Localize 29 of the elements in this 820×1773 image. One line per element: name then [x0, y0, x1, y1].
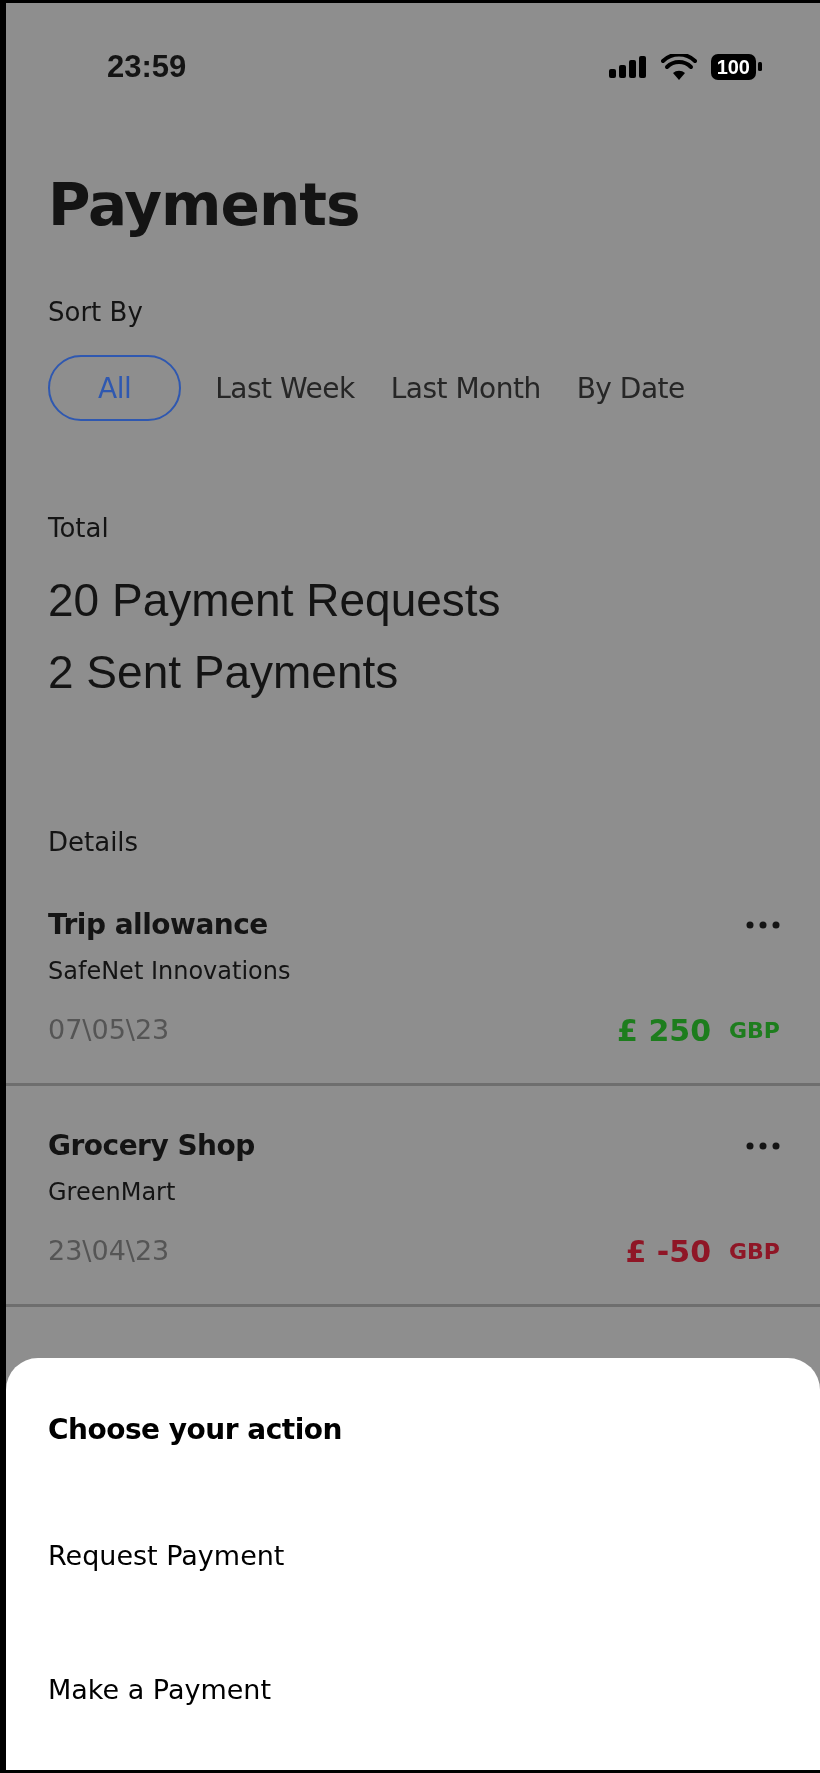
total-label: Total: [48, 512, 110, 545]
payment-amount: £ -50: [625, 1233, 712, 1269]
payment-amount: £ 250: [617, 1012, 712, 1048]
action-option[interactable]: Make a Payment: [48, 1670, 272, 1710]
signal-icon: [608, 55, 647, 78]
sort-label: Sort By: [48, 296, 144, 329]
payee-name: GreenMart: [48, 1177, 177, 1208]
more-icon[interactable]: [746, 921, 780, 929]
currency-code: GBP: [729, 1238, 780, 1264]
battery-cap-icon: [758, 62, 762, 71]
sheet-title: Choose your action: [48, 1412, 343, 1448]
payment-date: 23\04\23: [48, 1234, 170, 1268]
wifi-icon: [660, 53, 697, 80]
status-time: 23:59: [107, 48, 187, 85]
payee-name: SafeNet Innovations: [48, 956, 292, 987]
page-title: Payments: [48, 170, 361, 240]
more-icon[interactable]: [746, 1142, 780, 1150]
action-option[interactable]: Request Payment: [48, 1536, 285, 1576]
sort-chip[interactable]: Last Month: [388, 355, 543, 421]
total-count: 20 Payment Requests: [48, 573, 502, 628]
total-count: 2 Sent Payments: [48, 645, 400, 700]
details-label: Details: [48, 826, 140, 859]
sort-chip[interactable]: By Date: [574, 355, 687, 421]
currency-code: GBP: [729, 1017, 780, 1043]
sort-chip[interactable]: Last Week: [213, 355, 357, 421]
battery-level: 100: [710, 53, 756, 80]
payment-title: Trip allowance: [48, 907, 268, 943]
payment-date: 07\05\23: [48, 1013, 170, 1047]
payment-title: Grocery Shop: [48, 1128, 255, 1164]
